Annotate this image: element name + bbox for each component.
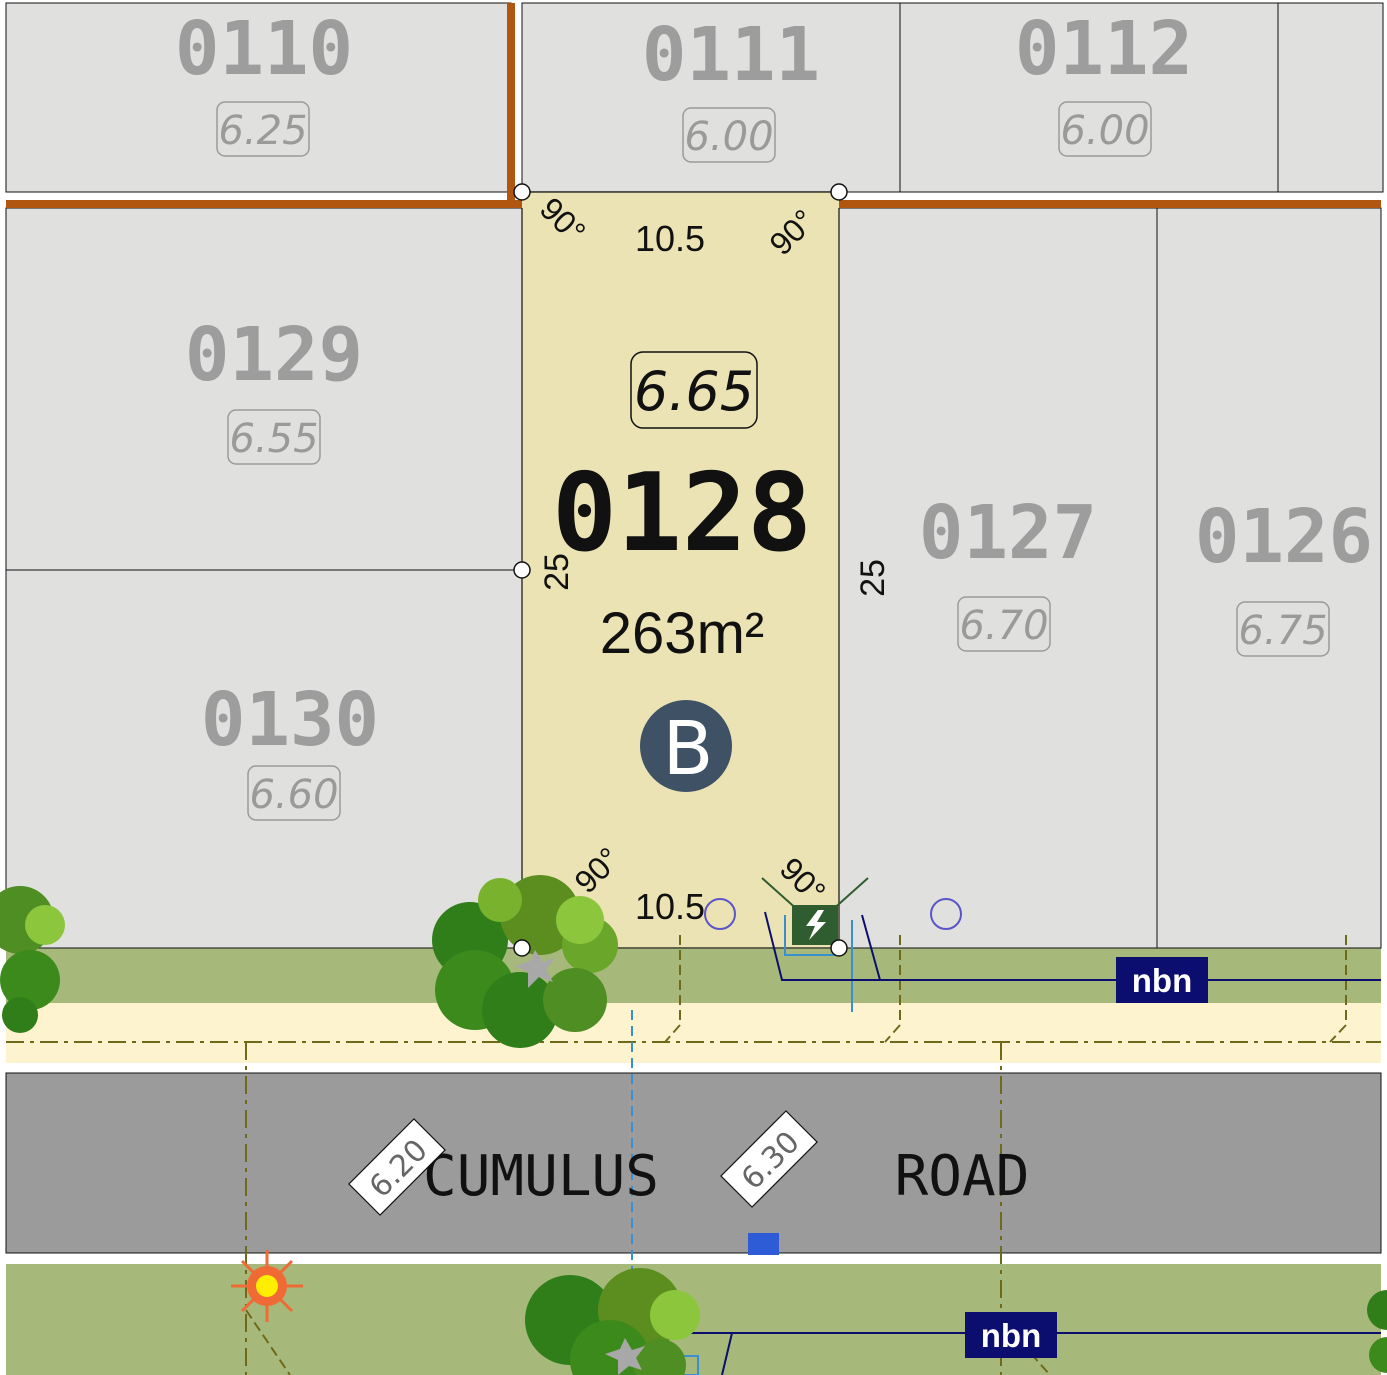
road-name-part1: CUMULUS bbox=[423, 1144, 659, 1209]
lot-level-0112: 6.00 bbox=[1060, 108, 1149, 154]
lot-level-badge: 6.25 bbox=[216, 101, 310, 157]
lot-level-0111: 6.00 bbox=[684, 114, 773, 160]
selected-lot-area: 263m² bbox=[600, 601, 764, 666]
lot-level-badge: 6.00 bbox=[682, 107, 776, 163]
lot-level-badge: 6.70 bbox=[957, 596, 1051, 652]
lot-level-badge: 6.55 bbox=[227, 409, 321, 465]
lot-number-0129: 0129 bbox=[185, 312, 363, 398]
lot-number-0130: 0130 bbox=[201, 677, 379, 763]
dimension-right: 25 bbox=[854, 559, 892, 597]
selected-lot-level-badge: 6.65 bbox=[630, 351, 758, 429]
nbn-label-text: nbn bbox=[981, 1317, 1041, 1354]
lot-level-badge: 6.60 bbox=[247, 765, 341, 821]
lot-plan-map: nbn nbn 0110 6.25 0111 6.00 0112 6.00 01… bbox=[0, 0, 1387, 1375]
lot-type-badge: B bbox=[640, 700, 732, 792]
road-name-part2: ROAD bbox=[895, 1144, 1030, 1209]
dimension-top: 10.5 bbox=[635, 218, 705, 259]
lot-number-0112: 0112 bbox=[1015, 6, 1193, 92]
lot-level-0127: 6.70 bbox=[959, 603, 1048, 649]
lot-level-0129: 6.55 bbox=[229, 416, 318, 462]
selected-lot-number: 0128 bbox=[552, 451, 812, 576]
selected-lot-level: 6.65 bbox=[634, 360, 754, 423]
lot-number-0127: 0127 bbox=[919, 490, 1097, 576]
dimension-bottom: 10.5 bbox=[635, 886, 705, 927]
nbn-label-north: nbn bbox=[1116, 957, 1208, 1003]
lot-number-0110: 0110 bbox=[175, 6, 353, 92]
lot-level-badge: 6.00 bbox=[1058, 101, 1152, 157]
lot-level-0110: 6.25 bbox=[218, 108, 307, 154]
road-surface bbox=[5, 1072, 1382, 1254]
dimension-left: 25 bbox=[538, 553, 576, 591]
lot-partial-top-right bbox=[1277, 2, 1384, 193]
lot-number-0126: 0126 bbox=[1195, 494, 1373, 580]
lot-level-0126: 6.75 bbox=[1238, 608, 1327, 654]
lot-type-letter: B bbox=[663, 706, 714, 792]
nbn-label-south: nbn bbox=[965, 1312, 1057, 1358]
lot-level-0130: 6.60 bbox=[249, 772, 338, 818]
lot-number-0111: 0111 bbox=[642, 12, 820, 98]
footpath bbox=[6, 1003, 1381, 1063]
gully-pit-icon bbox=[748, 1233, 779, 1255]
lot-level-badge: 6.75 bbox=[1236, 601, 1330, 657]
nbn-label-text: nbn bbox=[1132, 962, 1192, 999]
